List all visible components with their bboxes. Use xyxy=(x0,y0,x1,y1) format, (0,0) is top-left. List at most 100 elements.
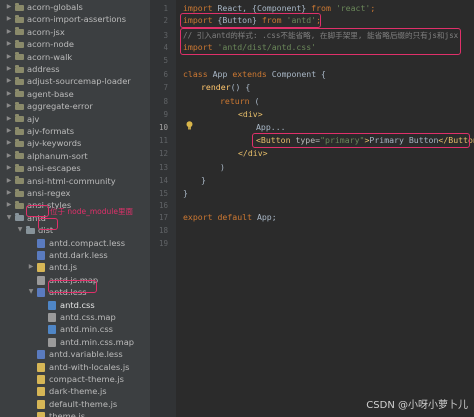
code-text: Component { xyxy=(266,69,326,79)
line-number: 18 xyxy=(158,226,168,235)
chevron-down-icon[interactable]: ▼ xyxy=(27,286,35,299)
tree-item[interactable]: compact-theme.js xyxy=(0,373,150,386)
code-line-6: class App extends Component { xyxy=(183,69,326,80)
tree-item[interactable]: ▶ ansi-html-community xyxy=(0,175,150,188)
js-file-icon xyxy=(37,387,45,397)
map-file-icon xyxy=(48,313,56,322)
tree-item-label: antd-with-locales.js xyxy=(49,361,130,372)
code-line-14: } xyxy=(201,175,206,185)
tree-item[interactable]: antd.variable.less xyxy=(0,348,150,361)
line-number: 5 xyxy=(163,56,168,65)
chevron-right-icon[interactable]: ▶ xyxy=(5,100,13,113)
chevron-right-icon[interactable]: ▶ xyxy=(5,1,13,14)
tree-item-label: adjust-sourcemap-loader xyxy=(27,76,131,87)
folder-icon xyxy=(15,27,25,36)
tree-item[interactable]: ▶ acorn-import-assertions xyxy=(0,13,150,26)
tree-item[interactable]: ▶ adjust-sourcemap-loader xyxy=(0,75,150,88)
folder-icon xyxy=(15,64,25,74)
tree-item[interactable]: ▶ ajv xyxy=(0,113,150,126)
tree-item[interactable]: ▶ acorn-globals xyxy=(0,1,150,14)
chevron-right-icon[interactable]: ▶ xyxy=(5,63,13,76)
line-number: 14 xyxy=(158,176,168,185)
folder-shape xyxy=(15,163,24,172)
tree-item[interactable]: ▶ aggregate-error xyxy=(0,100,150,113)
chevron-right-icon[interactable]: ▶ xyxy=(5,150,13,163)
chevron-right-icon[interactable]: ▶ xyxy=(5,199,13,212)
chevron-down-icon[interactable]: ▼ xyxy=(5,212,13,225)
tree-item-label: default-theme.js xyxy=(49,398,118,409)
tree-item[interactable]: ▶ acorn-node xyxy=(0,38,150,51)
folder-icon xyxy=(15,76,25,86)
less-file-icon xyxy=(37,238,45,248)
tree-item-label: aggregate-error xyxy=(27,101,93,112)
lightbulb-icon[interactable] xyxy=(186,121,193,130)
highlight-button-jsx xyxy=(252,133,470,148)
chevron-down-icon[interactable]: ▼ xyxy=(16,224,24,237)
tree-item-label: antd.min.css.map xyxy=(60,336,135,347)
tree-item[interactable]: ▶ antd.js xyxy=(0,261,150,274)
tree-item[interactable]: theme.js xyxy=(0,410,150,417)
tree-item[interactable]: ▼ dist xyxy=(0,224,150,237)
tree-item[interactable]: ▶ agent-base xyxy=(0,88,150,101)
folder-icon xyxy=(15,14,25,24)
js-file-icon xyxy=(37,263,45,273)
tree-item[interactable]: ▶ address xyxy=(0,63,150,76)
tree-item[interactable]: antd.css.map xyxy=(0,311,150,324)
highlight-antd-import xyxy=(180,13,321,28)
keyword: from xyxy=(311,3,331,13)
chevron-right-icon[interactable]: ▶ xyxy=(5,88,13,101)
tree-item[interactable]: ▶ ajv-keywords xyxy=(0,137,150,150)
code-editor[interactable] xyxy=(176,0,474,417)
folder-shape xyxy=(26,225,35,234)
class-name: App xyxy=(207,69,233,79)
tree-item[interactable]: ▶ alphanum-sort xyxy=(0,150,150,163)
folder-shape xyxy=(15,2,24,11)
chevron-right-icon[interactable]: ▶ xyxy=(5,113,13,126)
tree-item[interactable]: ▶ ansi-regex xyxy=(0,187,150,200)
code-text: ( xyxy=(249,96,260,106)
chevron-right-icon[interactable]: ▶ xyxy=(5,26,13,39)
tree-item[interactable]: default-theme.js xyxy=(0,398,150,411)
chevron-right-icon[interactable]: ▶ xyxy=(5,125,13,138)
tree-item-label: ajv-formats xyxy=(27,126,75,136)
chevron-right-icon[interactable]: ▶ xyxy=(5,162,13,175)
js-file-icon xyxy=(37,399,45,409)
tree-item-label: ajv xyxy=(27,113,40,124)
chevron-right-icon[interactable]: ▶ xyxy=(5,175,13,188)
tree-item[interactable]: antd.css xyxy=(0,299,150,312)
map-file-icon xyxy=(37,275,45,285)
tree-item[interactable]: antd-with-locales.js xyxy=(0,361,150,374)
line-number: 11 xyxy=(158,136,168,145)
chevron-right-icon[interactable]: ▶ xyxy=(5,75,13,88)
chevron-right-icon[interactable]: ▶ xyxy=(5,13,13,26)
chevron-right-icon[interactable]: ▶ xyxy=(5,137,13,150)
tree-item[interactable]: ▶ acorn-walk xyxy=(0,51,150,64)
folder-icon xyxy=(15,114,25,123)
folder-shape xyxy=(15,64,24,73)
line-number: 12 xyxy=(158,149,168,158)
tree-item-label: antd.dark.less xyxy=(49,250,108,260)
tree-item[interactable]: ▶ acorn-jsx xyxy=(0,26,150,39)
tree-item[interactable]: ▶ ansi-escapes xyxy=(0,162,150,175)
tree-item[interactable]: dark-theme.js xyxy=(0,385,150,398)
tree-item[interactable]: antd.dark.less xyxy=(0,249,150,262)
tree-item[interactable]: antd.min.css.map xyxy=(0,336,150,349)
tree-item-label: antd.compact.less xyxy=(49,237,126,248)
tree-item[interactable]: antd.min.css xyxy=(0,323,150,336)
keyword: return xyxy=(220,96,250,106)
folder-shape xyxy=(15,76,24,85)
tree-item-label: antd.min.css xyxy=(60,324,113,335)
code-line-9: <div> xyxy=(238,109,263,119)
line-number: 6 xyxy=(163,70,168,79)
tree-item[interactable]: antd.compact.less xyxy=(0,237,150,250)
chevron-right-icon[interactable]: ▶ xyxy=(5,51,13,64)
code-text: React, {Component} xyxy=(212,3,312,13)
chevron-right-icon[interactable]: ▶ xyxy=(5,38,13,51)
chevron-right-icon[interactable]: ▶ xyxy=(5,187,13,200)
tree-item[interactable]: ▶ ajv-formats xyxy=(0,125,150,138)
chevron-right-icon[interactable]: ▶ xyxy=(27,261,35,274)
highlight-css-import xyxy=(180,28,461,55)
folder-shape xyxy=(15,89,24,98)
folder-icon xyxy=(15,188,25,198)
line-number: 9 xyxy=(163,110,168,119)
